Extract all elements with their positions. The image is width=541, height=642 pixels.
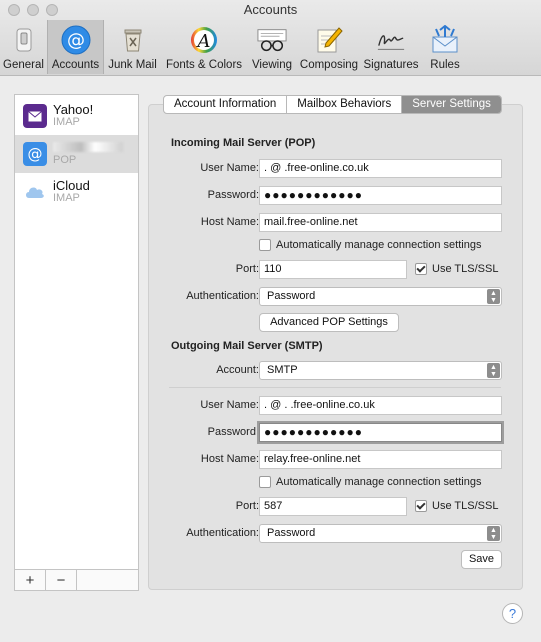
incoming-user-name-label: User Name: — [200, 162, 259, 174]
pencil-paper-icon — [314, 25, 344, 55]
incoming-port-field[interactable]: 110 — [259, 260, 407, 279]
toolbar-viewing-label: Viewing — [251, 59, 293, 71]
title-bar: Accounts General @ Accounts Junk Mail A … — [0, 0, 541, 76]
outgoing-auth-value: Password — [267, 527, 316, 539]
account-item-pop[interactable]: @ POP — [15, 135, 138, 173]
incoming-user-name-field[interactable]: . @ .free-online.co.uk — [259, 159, 502, 178]
outgoing-password-label: Password: — [207, 426, 259, 438]
yahoo-envelope-icon — [23, 104, 47, 128]
outgoing-port-field[interactable]: 587 — [259, 497, 407, 516]
toolbar-viewing[interactable]: Viewing — [247, 20, 297, 74]
svg-text:@: @ — [67, 30, 85, 51]
accounts-list: Yahoo! IMAP @ POP iCloud IMAP + − — [14, 94, 139, 591]
toolbar-rules-label: Rules — [430, 59, 460, 71]
toolbar-signatures-label: Signatures — [363, 59, 419, 71]
incoming-tls-label: Use TLS/SSL — [432, 263, 499, 275]
incoming-host-name-label: Host Name: — [200, 216, 259, 228]
account-type: POP — [53, 154, 77, 166]
account-type: IMAP — [53, 116, 80, 128]
outgoing-host-name-field[interactable]: relay.free-online.net — [259, 450, 502, 469]
incoming-auth-value: Password — [267, 290, 316, 302]
toolbar-fonts-colors-label: Fonts & Colors — [165, 59, 243, 71]
account-list-controls: + − — [15, 569, 138, 590]
checkbox-box — [259, 239, 271, 251]
chevron-updown-icon: ▲ ▼ — [487, 363, 500, 378]
help-button[interactable]: ? — [502, 603, 523, 624]
toolbar-general-label: General — [3, 59, 44, 71]
incoming-auth-select[interactable]: Password ▲ ▼ — [259, 287, 502, 306]
incoming-tls-checkbox[interactable]: Use TLS/SSL — [415, 263, 498, 275]
svg-text:A: A — [196, 31, 211, 52]
checkbox-checked — [415, 263, 427, 275]
toolbar-fonts-colors[interactable]: A Fonts & Colors — [161, 20, 247, 74]
incoming-port-label: Port: — [235, 263, 259, 275]
outgoing-user-name-label: User Name: — [200, 399, 259, 411]
signature-icon — [376, 25, 406, 55]
account-item-yahoo[interactable]: Yahoo! IMAP — [15, 97, 138, 135]
outgoing-auth-label: Authentication: — [186, 527, 259, 539]
advanced-pop-settings-button[interactable]: Advanced POP Settings — [259, 313, 399, 332]
account-name: iCloud — [53, 178, 90, 193]
outgoing-account-select[interactable]: SMTP ▲ ▼ — [259, 361, 502, 380]
glasses-icon — [257, 25, 287, 55]
tab-server-settings[interactable]: Server Settings — [402, 96, 501, 113]
outgoing-auto-manage-label: Automatically manage connection settings — [276, 476, 482, 488]
incoming-auth-label: Authentication: — [186, 290, 259, 302]
incoming-password-field[interactable]: ●●●●●●●●●●●● — [259, 186, 502, 205]
account-tabs: Account Information Mailbox Behaviors Se… — [163, 95, 502, 114]
font-colors-icon: A — [189, 25, 219, 55]
outgoing-account-label: Account: — [216, 364, 259, 376]
save-button[interactable]: Save — [461, 550, 502, 569]
checkbox-box — [259, 476, 271, 488]
outgoing-auto-manage-checkbox[interactable]: Automatically manage connection settings — [259, 476, 481, 488]
toolbar-junk-mail-label: Junk Mail — [108, 59, 157, 71]
preferences-window: Accounts General @ Accounts Junk Mail A … — [0, 0, 541, 642]
account-item-icloud[interactable]: iCloud IMAP — [15, 173, 138, 211]
toolbar-junk-mail[interactable]: Junk Mail — [104, 20, 161, 74]
checkbox-checked — [415, 500, 427, 512]
trash-can-icon — [118, 25, 148, 55]
general-switch-icon — [9, 25, 39, 55]
chevron-updown-icon: ▲ ▼ — [487, 526, 500, 541]
cloud-icon — [23, 180, 47, 204]
toolbar-composing[interactable]: Composing — [297, 20, 361, 74]
outgoing-account-value: SMTP — [267, 364, 298, 376]
preferences-toolbar: General @ Accounts Junk Mail A Fonts & C… — [0, 20, 469, 74]
outgoing-user-name-field[interactable]: . @ . .free-online.co.uk — [259, 396, 502, 415]
incoming-auto-manage-label: Automatically manage connection settings — [276, 239, 482, 251]
incoming-host-name-field[interactable]: mail.free-online.net — [259, 213, 502, 232]
outgoing-auth-select[interactable]: Password ▲ ▼ — [259, 524, 502, 543]
toolbar-accounts-label: Accounts — [51, 59, 100, 71]
window-title: Accounts — [243, 2, 298, 17]
tab-mailbox-behaviors[interactable]: Mailbox Behaviors — [287, 96, 403, 113]
toolbar-accounts[interactable]: @ Accounts — [47, 20, 104, 74]
incoming-password-label: Password: — [207, 189, 259, 201]
outgoing-tls-checkbox[interactable]: Use TLS/SSL — [415, 500, 498, 512]
chevron-updown-icon: ▲ ▼ — [487, 289, 500, 304]
incoming-auto-manage-checkbox[interactable]: Automatically manage connection settings — [259, 239, 481, 251]
account-name-redacted — [53, 141, 123, 154]
outgoing-password-field[interactable]: ●●●●●●●●●●●● — [259, 423, 502, 442]
toolbar-signatures[interactable]: Signatures — [361, 20, 421, 74]
toolbar-rules[interactable]: Rules — [421, 20, 469, 74]
server-settings-panel: Incoming Mail Server (POP) User Name: . … — [148, 104, 523, 590]
outgoing-host-name-label: Host Name: — [200, 453, 259, 465]
at-sign-icon: @ — [61, 25, 91, 55]
section-divider — [169, 387, 501, 388]
rules-envelope-icon — [430, 25, 460, 55]
outgoing-tls-label: Use TLS/SSL — [432, 500, 499, 512]
toolbar-composing-label: Composing — [299, 59, 359, 71]
account-type: IMAP — [53, 192, 80, 204]
add-account-button[interactable]: + — [15, 570, 46, 590]
redacted-name-blur — [53, 142, 123, 152]
incoming-section-title: Incoming Mail Server (POP) — [171, 137, 316, 149]
outgoing-port-label: Port: — [235, 500, 259, 512]
at-sign-icon: @ — [23, 142, 47, 166]
remove-account-button[interactable]: − — [46, 570, 77, 590]
account-name: Yahoo! — [53, 102, 94, 117]
tab-account-information[interactable]: Account Information — [164, 96, 288, 113]
outgoing-section-title: Outgoing Mail Server (SMTP) — [171, 340, 323, 352]
toolbar-general[interactable]: General — [0, 20, 47, 74]
